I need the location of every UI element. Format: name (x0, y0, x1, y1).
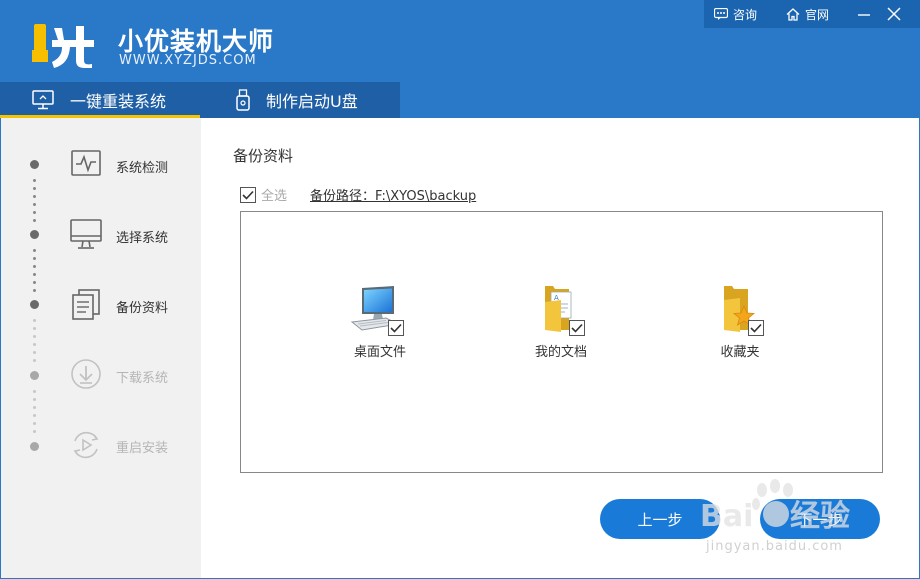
step-dot (30, 442, 39, 451)
step-label-backup: 备份资料 (116, 301, 169, 316)
tab-one-click-reinstall[interactable]: 一键重装系统 (0, 82, 200, 118)
item-checkbox[interactable] (748, 320, 764, 336)
step-dot (30, 160, 39, 169)
select-all-checkbox[interactable]: 全选 (240, 185, 287, 204)
step-connector (33, 390, 36, 438)
restart-icon (73, 431, 99, 459)
backup-item-documents[interactable]: A 我的文档 (501, 284, 621, 360)
tab-bar: 一键重装系统 制作启动U盘 (0, 82, 920, 118)
item-label: 我的文档 (534, 345, 587, 360)
pulse-monitor-icon (71, 150, 101, 176)
tab-make-usb[interactable]: 制作启动U盘 (200, 82, 400, 118)
step-connector (33, 179, 36, 227)
minimize-icon (858, 14, 870, 16)
checkbox[interactable] (240, 186, 256, 203)
tab-label: 制作启动U盘 (266, 92, 358, 111)
backup-item-desktop[interactable]: 桌面文件 (320, 284, 440, 360)
step-connector (33, 319, 36, 367)
consult-button[interactable]: 咨询 (708, 0, 763, 28)
consult-label: 咨询 (733, 7, 758, 22)
item-graphic: A (531, 284, 591, 336)
check-icon (242, 190, 254, 200)
step-dot (30, 230, 39, 239)
item-graphic (350, 284, 410, 336)
chat-icon (714, 8, 728, 20)
page-title: 备份资料 (233, 147, 294, 165)
website-button[interactable]: 官网 (780, 0, 835, 28)
download-icon (71, 359, 101, 389)
top-toolbar: 咨询 官网 (704, 0, 920, 28)
item-graphic (710, 284, 770, 336)
backup-path-link[interactable]: 备份路径：F:\XYOS\backup (310, 185, 476, 204)
steps-sidebar (1, 118, 201, 578)
monitor-icon (32, 90, 54, 110)
desktop-icon (70, 219, 102, 249)
step-label-download: 下载系统 (116, 371, 169, 386)
usb-icon (236, 89, 250, 111)
check-icon (571, 323, 583, 333)
logo-icon (32, 24, 94, 68)
documents-icon (72, 289, 100, 320)
website-label: 官网 (805, 7, 830, 22)
step-label-select-system: 选择系统 (116, 231, 169, 246)
check-icon (390, 323, 402, 333)
watermark-url: jingyan.baidu.com (706, 539, 843, 554)
close-button[interactable] (880, 0, 908, 28)
home-icon (786, 7, 800, 21)
step-label-system-check: 系统检测 (116, 161, 169, 176)
item-label: 桌面文件 (353, 345, 406, 360)
step-dot (30, 371, 39, 380)
tab-label: 一键重装系统 (70, 92, 167, 111)
minimize-button[interactable] (850, 0, 878, 28)
item-checkbox[interactable] (388, 320, 404, 336)
step-connector (33, 249, 36, 297)
step-dot (30, 300, 39, 309)
app-header: 小优装机大师 WWW.XYZJDS.COM 咨询 官网 (0, 0, 920, 82)
select-all-label: 全选 (261, 189, 288, 204)
item-label: 收藏夹 (720, 345, 760, 360)
close-icon (887, 7, 901, 21)
next-step-button[interactable]: 下一步 (760, 499, 880, 539)
item-checkbox[interactable] (569, 320, 585, 336)
backup-item-favorites[interactable]: 收藏夹 (680, 284, 800, 360)
previous-step-button[interactable]: 上一步 (600, 499, 720, 539)
step-label-restart: 重启安装 (116, 441, 169, 456)
check-icon (750, 323, 762, 333)
brand-url: WWW.XYZJDS.COM (119, 53, 257, 68)
